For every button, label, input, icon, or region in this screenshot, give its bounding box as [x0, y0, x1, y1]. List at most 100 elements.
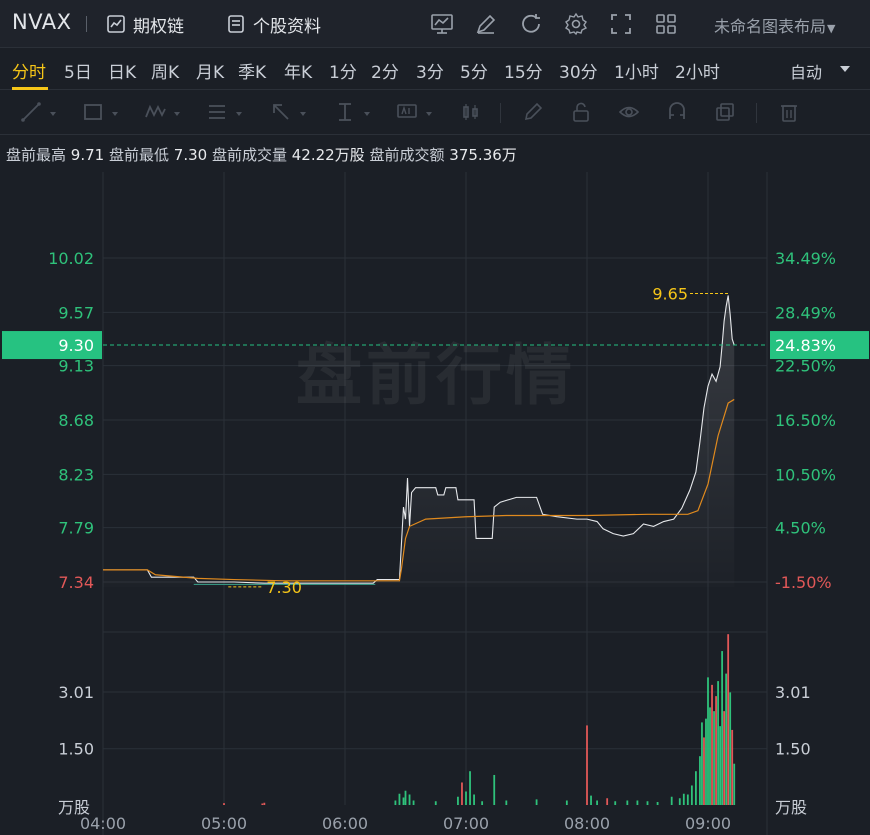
volume-bar [703, 737, 705, 805]
volume-bar [461, 782, 463, 805]
period-tab[interactable]: 15分 [504, 58, 543, 83]
intraday-chart[interactable]: 04:00 05:00 06:00 07:00 08:00 09:0010.02 34.49… [0, 172, 870, 835]
arrow-icon[interactable] [270, 101, 292, 123]
percent-tick-label: 22.50% [775, 357, 836, 376]
price-tick-label: 9.57 [58, 303, 94, 322]
caret-down-icon: ▼ [827, 22, 836, 35]
caret-down-icon[interactable] [236, 112, 242, 116]
volume-bar [723, 711, 726, 805]
percent-tick-label: 34.49% [775, 249, 836, 268]
text-note-icon[interactable] [396, 101, 418, 123]
pen-icon[interactable] [522, 101, 544, 123]
indicator-icon[interactable] [430, 12, 454, 36]
volume-bar [731, 729, 734, 805]
period-tab[interactable]: 1小时 [614, 58, 659, 83]
period-tab[interactable]: 年K [284, 58, 312, 83]
volume-bar [678, 798, 681, 805]
volume-bar [705, 718, 707, 805]
rectangle-icon[interactable] [82, 101, 104, 123]
caret-down-icon[interactable] [50, 112, 56, 116]
fullscreen-icon[interactable] [609, 12, 633, 36]
volume-bar [469, 771, 471, 805]
period-tab[interactable]: 1分 [329, 58, 357, 83]
caret-down-icon[interactable] [840, 66, 850, 72]
volume-tick-label: 3.01 [775, 683, 811, 702]
volume-tick-label: 1.50 [58, 740, 94, 759]
volume-bar [223, 803, 225, 805]
magnet-icon[interactable] [666, 101, 688, 123]
percent-tick-label: 10.50% [775, 465, 836, 484]
caret-down-icon[interactable] [112, 112, 118, 116]
trash-icon[interactable] [778, 101, 800, 123]
volume-bar [596, 800, 598, 805]
volume-tick-label: 1.50 [775, 740, 811, 759]
caret-down-icon[interactable] [174, 112, 180, 116]
volume-bar [699, 756, 701, 805]
volume-bar [590, 795, 592, 805]
time-tick-label: 06:00 [322, 814, 368, 833]
volume-bar [686, 794, 689, 805]
grid-layout-icon[interactable] [654, 12, 678, 36]
chart-box-icon [107, 15, 125, 33]
refresh-icon[interactable] [519, 12, 543, 36]
price-tick-label: 8.23 [58, 465, 94, 484]
percent-tick-label: 4.50% [775, 519, 826, 538]
period-tab[interactable]: 季K [238, 58, 266, 83]
volume-bar [707, 677, 709, 805]
period-tab[interactable]: 30分 [559, 58, 598, 83]
wave-pattern-icon[interactable] [144, 101, 166, 123]
time-tick-label: 08:00 [564, 814, 610, 833]
gear-icon[interactable] [564, 12, 588, 36]
layout-dropdown[interactable]: 未命名图表布局▼ [714, 13, 835, 37]
volume-bar [719, 726, 721, 805]
eye-icon[interactable] [618, 101, 640, 123]
top-bar: NVAX 期权链 个股资料 未命名图表布局▼ [0, 0, 870, 48]
fibonacci-icon[interactable] [206, 101, 228, 123]
period-tab[interactable]: 周K [151, 58, 179, 83]
volume-bar [402, 797, 405, 805]
caret-down-icon[interactable] [364, 112, 370, 116]
premarket-amount-value: 375.36万 [449, 146, 517, 164]
period-tab[interactable]: 5分 [460, 58, 488, 83]
premarket-amount-label: 盘前成交额 [369, 146, 445, 164]
period-tab[interactable]: 3分 [416, 58, 444, 83]
period-tab[interactable]: 分时 [12, 58, 46, 83]
premarket-low-value: 7.30 [173, 146, 208, 164]
volume-bar [408, 794, 411, 805]
volume-unit-label: 万股 [775, 798, 807, 817]
percent-tick-label: 16.50% [775, 411, 836, 430]
time-tick-label: 09:00 [685, 814, 731, 833]
price-tick-label: 10.02 [48, 249, 94, 268]
period-tab[interactable]: 2小时 [675, 58, 720, 83]
period-tab[interactable]: 日K [108, 58, 136, 83]
options-chain-button[interactable]: 期权链 [106, 11, 184, 37]
period-tab[interactable]: 5日 [64, 58, 92, 83]
ticker-symbol[interactable]: NVAX [12, 10, 71, 34]
volume-bar [535, 799, 538, 805]
trend-line-icon[interactable] [20, 101, 42, 123]
measure-icon[interactable] [334, 101, 356, 123]
volume-tick-label: 3.01 [58, 683, 94, 702]
volume-bar [646, 801, 649, 805]
caret-down-icon[interactable] [426, 112, 432, 116]
stock-profile-button[interactable]: 个股资料 [226, 11, 321, 37]
unlock-icon[interactable] [570, 101, 592, 123]
auto-scale-dropdown[interactable]: 自动 [790, 59, 822, 83]
volume-bar [733, 763, 736, 805]
volume-bar [606, 798, 609, 805]
copy-icon[interactable] [714, 101, 736, 123]
caret-down-icon[interactable] [300, 112, 306, 116]
period-tab[interactable]: 2分 [371, 58, 399, 83]
price-tick-label: 7.79 [58, 519, 94, 538]
volume-bar [565, 800, 568, 805]
current-percent-label: 24.83% [775, 336, 836, 355]
edit-icon[interactable] [474, 12, 498, 36]
volume-bar [493, 774, 496, 805]
volume-bar [682, 793, 685, 805]
volume-bar [715, 696, 717, 805]
volume-bar [656, 801, 659, 805]
candlestick-icon[interactable] [460, 101, 482, 123]
period-tab[interactable]: 月K [196, 58, 224, 83]
percent-tick-label: -1.50% [775, 573, 832, 592]
volume-bar [434, 801, 437, 805]
